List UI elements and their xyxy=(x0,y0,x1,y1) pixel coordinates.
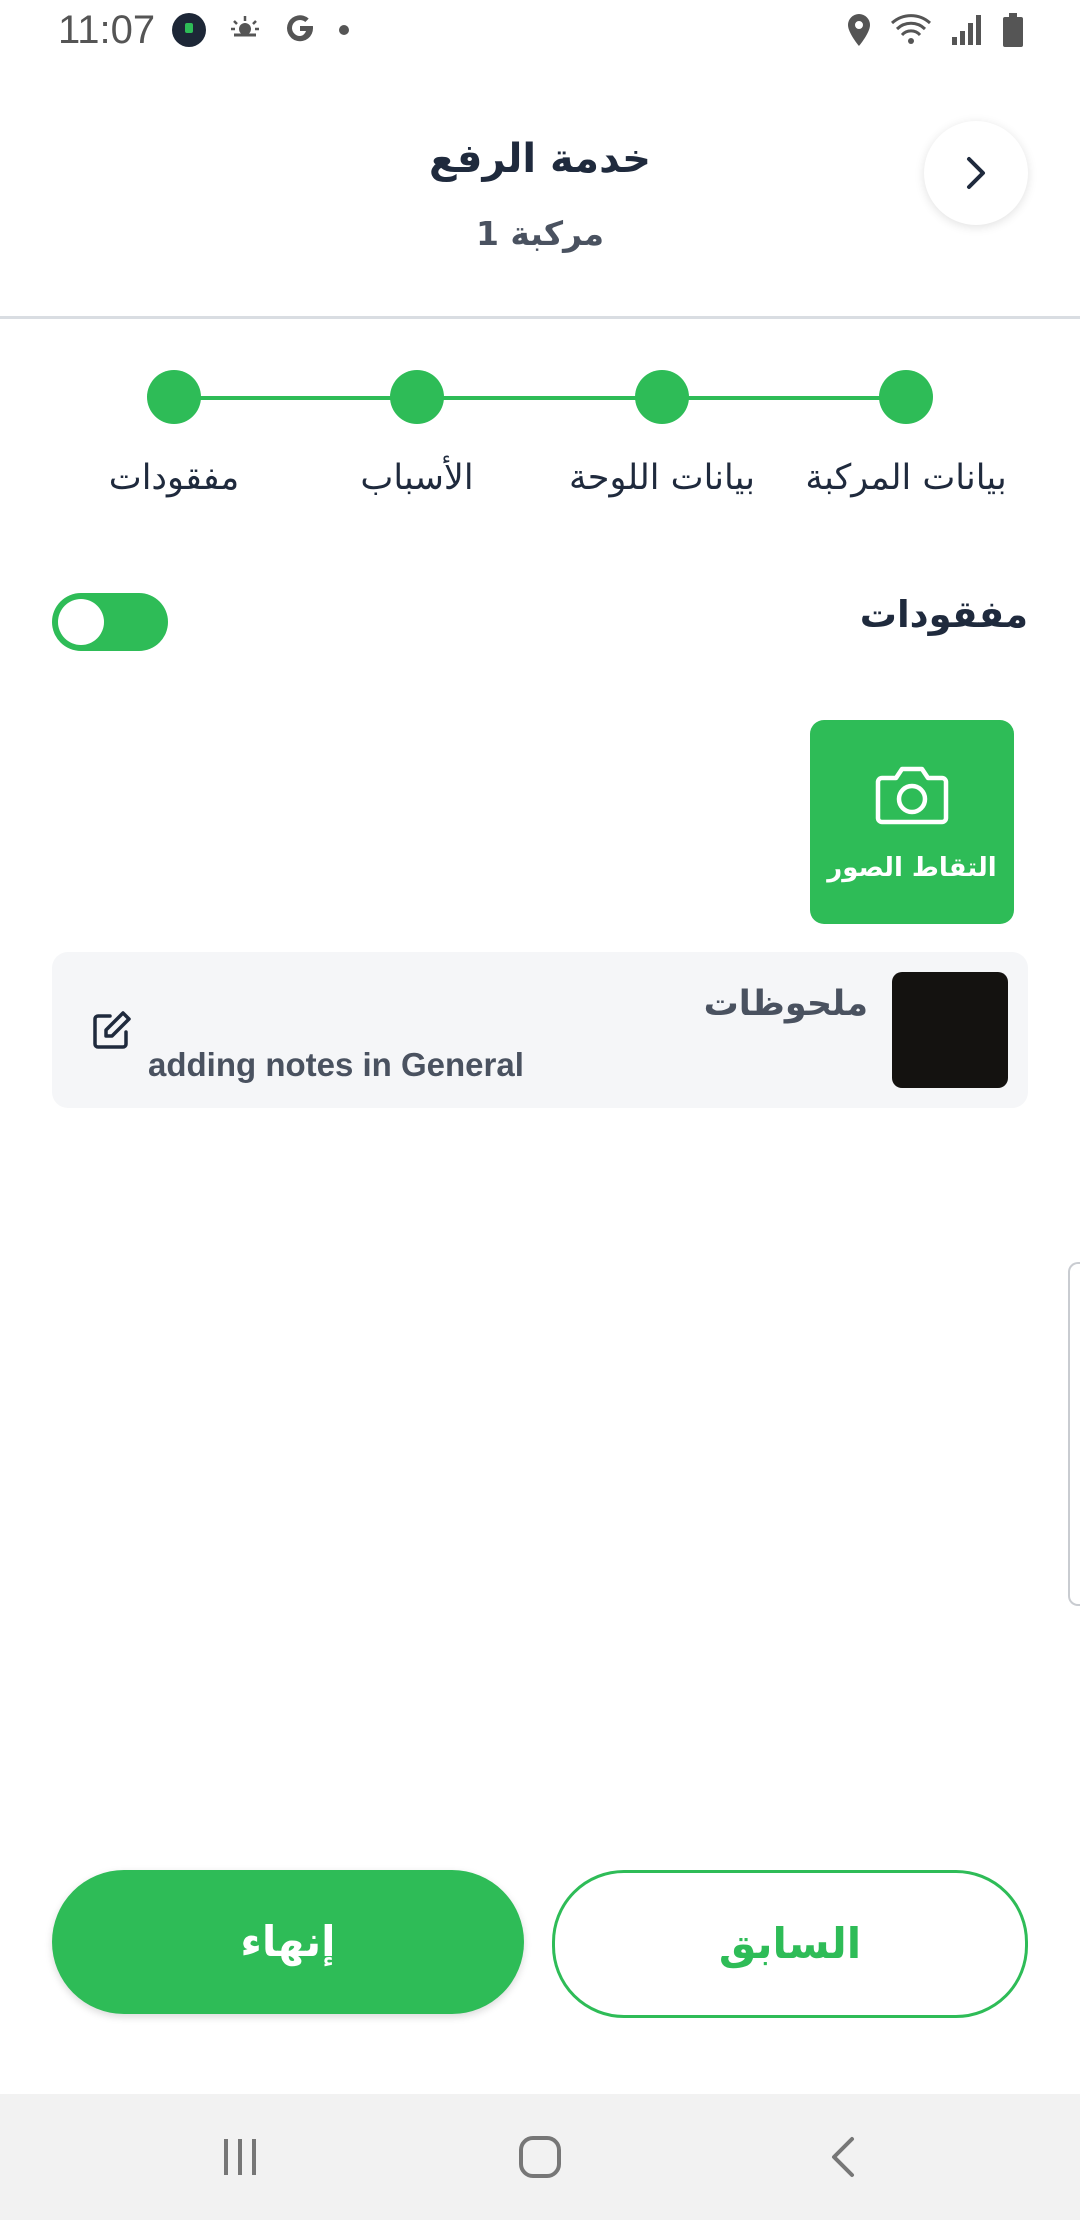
dot-icon xyxy=(338,21,350,40)
status-bar: 11:07 xyxy=(0,0,1080,64)
recents-icon[interactable] xyxy=(210,2132,270,2182)
signal-icon xyxy=(950,13,984,51)
chevron-right-icon xyxy=(967,157,985,189)
page-title: خدمة الرفع xyxy=(428,136,651,182)
status-time: 11:07 xyxy=(58,8,156,52)
photo-thumbnail[interactable] xyxy=(892,972,1008,1088)
camera-icon xyxy=(875,766,949,825)
step-vehicle-data: بيانات المركبة xyxy=(786,360,1026,498)
progress-stepper: بيانات المركبة بيانات اللوحة الأسباب مفق… xyxy=(0,360,1080,520)
finish-button[interactable]: إنهاء xyxy=(52,1870,524,2014)
edit-icon[interactable] xyxy=(90,1008,134,1052)
page-subtitle: مركبة 1 xyxy=(475,214,605,253)
notes-text: adding notes in General xyxy=(148,1046,524,1083)
app-icon xyxy=(172,13,206,47)
lost-items-title: مفقودات xyxy=(859,593,1028,636)
previous-button[interactable]: السابق xyxy=(552,1870,1028,2018)
status-left-icons xyxy=(172,12,350,48)
step-dot xyxy=(879,370,933,424)
step-dot xyxy=(635,370,689,424)
step-lost-items: مفقودات xyxy=(54,360,294,498)
wifi-icon xyxy=(890,13,932,51)
weather-icon xyxy=(228,13,262,47)
location-icon xyxy=(846,13,872,51)
step-label: مفقودات xyxy=(108,458,240,498)
step-dot xyxy=(147,370,201,424)
notes-title: ملحوظات xyxy=(703,984,868,1024)
lost-items-row: مفقودات xyxy=(52,585,1028,655)
edge-panel-handle[interactable] xyxy=(1068,1262,1080,1606)
step-label: بيانات المركبة xyxy=(805,458,1007,498)
step-label: بيانات اللوحة xyxy=(569,458,755,498)
back-icon[interactable] xyxy=(814,2132,874,2182)
capture-photos-button[interactable]: التقاط الصور xyxy=(810,720,1014,924)
home-icon[interactable] xyxy=(510,2132,570,2182)
battery-icon xyxy=(1002,12,1024,52)
step-reasons: الأسباب xyxy=(297,360,537,498)
capture-photos-label: التقاط الصور xyxy=(827,853,997,883)
step-dot xyxy=(390,370,444,424)
system-nav-bar xyxy=(0,2094,1080,2220)
back-button[interactable] xyxy=(924,121,1028,225)
status-right-icons xyxy=(846,12,1024,52)
step-plate-data: بيانات اللوحة xyxy=(542,360,782,498)
lost-items-toggle[interactable] xyxy=(52,593,168,651)
notes-card: ملحوظات adding notes in General xyxy=(52,952,1028,1108)
google-icon xyxy=(284,12,316,48)
step-label: الأسباب xyxy=(360,458,474,498)
toggle-knob xyxy=(58,599,104,645)
header: خدمة الرفع مركبة 1 xyxy=(0,64,1080,319)
